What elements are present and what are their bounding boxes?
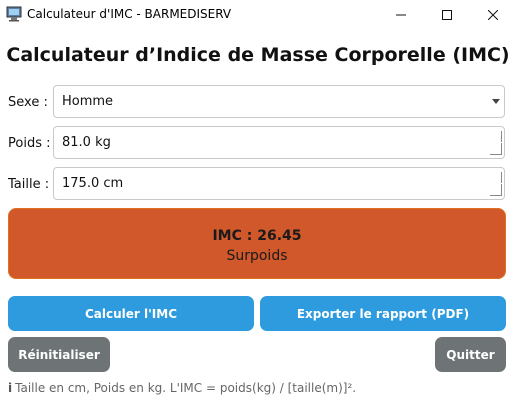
close-icon	[488, 10, 498, 20]
info-icon: i	[8, 381, 13, 395]
taille-value: 175.0 cm	[62, 176, 124, 191]
poids-label: Poids :	[8, 136, 51, 151]
app-icon	[6, 6, 22, 22]
imc-value: IMC : 26.45	[212, 228, 302, 244]
minimize-icon	[396, 14, 406, 16]
result-panel: IMC : 26.45 Surpoids	[8, 208, 506, 279]
poids-increment-button[interactable]	[490, 131, 502, 142]
hint-text-row: i Taille en cm, Poids en kg. L'IMC = poid…	[8, 381, 356, 395]
poids-value: 81.0 kg	[62, 135, 111, 150]
calculate-button[interactable]: Calculer l'IMC	[8, 296, 254, 331]
chevron-down-icon[interactable]	[492, 99, 500, 104]
poids-stepper[interactable]	[490, 130, 502, 156]
minimize-button[interactable]	[378, 0, 424, 30]
taille-stepper[interactable]	[490, 171, 502, 197]
reset-button[interactable]: Réinitialiser	[8, 337, 110, 372]
taille-decrement-button[interactable]	[490, 184, 502, 196]
sexe-select[interactable]: Homme	[53, 85, 505, 118]
poids-spinbox[interactable]: 81.0 kg	[53, 126, 505, 159]
sexe-value: Homme	[62, 94, 114, 109]
maximize-button[interactable]	[424, 0, 470, 30]
export-pdf-button[interactable]: Exporter le rapport (PDF)	[260, 296, 506, 331]
poids-decrement-button[interactable]	[490, 143, 502, 155]
taille-spinbox[interactable]: 175.0 cm	[53, 167, 505, 200]
window-title: Calculateur d'IMC - BARMEDISERV	[27, 7, 232, 21]
taille-increment-button[interactable]	[490, 172, 502, 183]
maximize-icon	[442, 10, 452, 20]
page-title: Calculateur d’Indice de Masse Corporelle…	[6, 44, 510, 66]
hint-text: Taille en cm, Poids en kg. L'IMC = poids…	[15, 381, 357, 395]
window-titlebar: Calculateur d'IMC - BARMEDISERV	[0, 0, 516, 30]
quit-button[interactable]: Quitter	[435, 337, 506, 372]
sexe-label: Sexe :	[8, 95, 48, 110]
close-button[interactable]	[470, 0, 516, 30]
imc-category: Surpoids	[226, 248, 288, 264]
taille-label: Taille :	[8, 177, 50, 192]
